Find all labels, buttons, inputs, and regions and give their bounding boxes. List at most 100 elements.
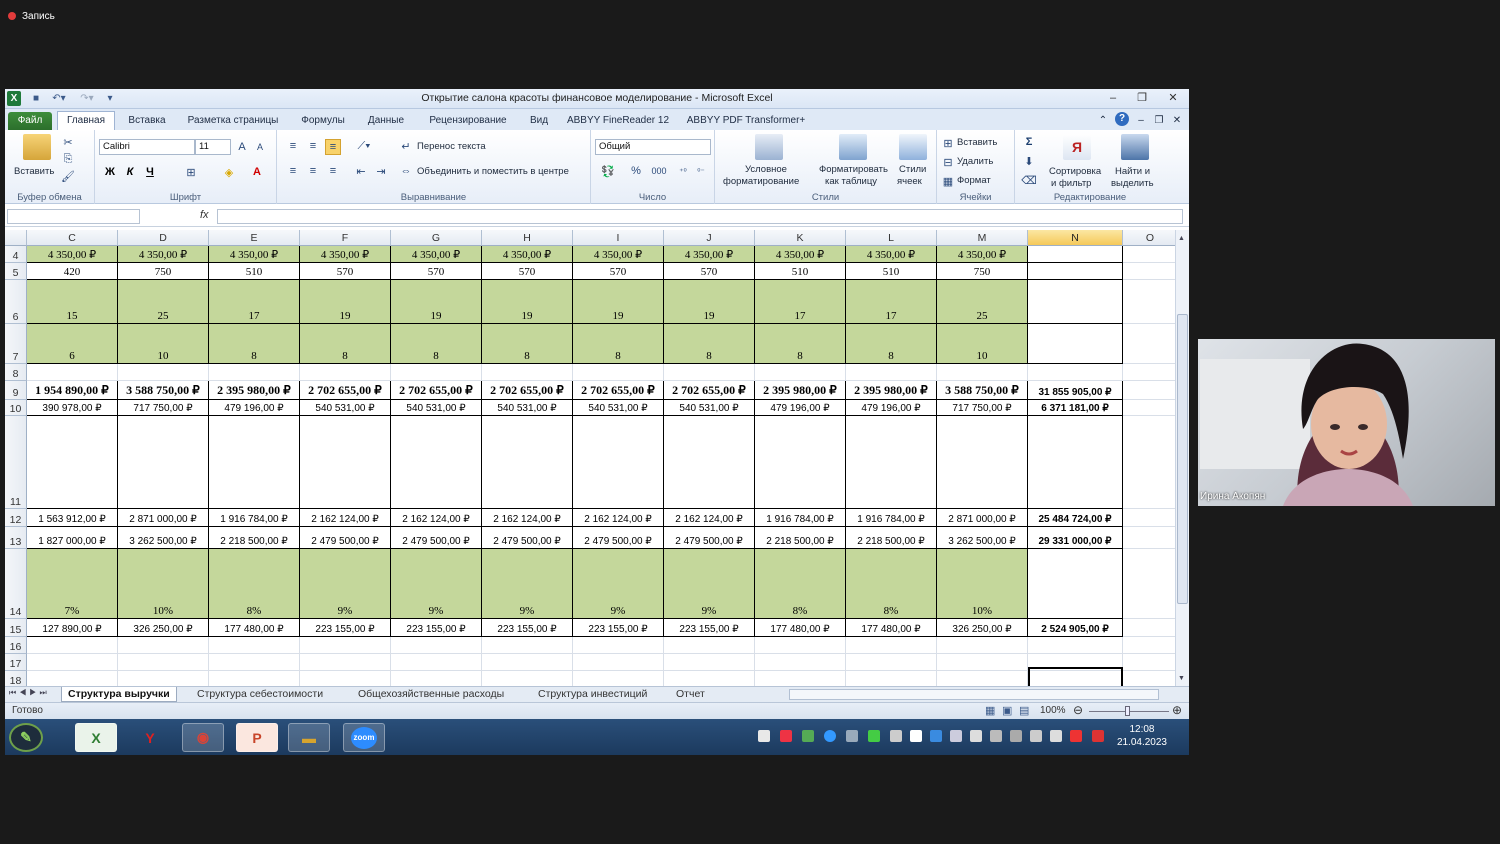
tab-home[interactable]: Главная — [57, 111, 115, 130]
cell-m14[interactable]: 10% — [937, 549, 1028, 619]
cell-n14[interactable] — [1028, 549, 1123, 619]
cell-l15[interactable]: 177 480,00 ₽ — [846, 619, 937, 637]
cell-g7[interactable]: 8 — [391, 324, 482, 364]
cell-m9[interactable]: 3 588 750,00 ₽ — [937, 381, 1028, 400]
wb-restore-icon[interactable]: ❐ — [1153, 112, 1165, 130]
copy-icon[interactable]: ⎘ — [61, 152, 75, 166]
page-layout-icon[interactable]: ▣ — [1002, 704, 1012, 717]
volume-tray-icon[interactable] — [1030, 730, 1042, 742]
cell-i12[interactable]: 2 162 124,00 ₽ — [573, 509, 664, 527]
cell-j5[interactable]: 570 — [664, 263, 755, 280]
cell-o8[interactable] — [1123, 364, 1178, 381]
cell-o4[interactable] — [1123, 246, 1178, 263]
cell-i5[interactable]: 570 — [573, 263, 664, 280]
cell-o6[interactable] — [1123, 280, 1178, 324]
cell-d9[interactable]: 3 588 750,00 ₽ — [118, 381, 209, 400]
format-cells-icon[interactable]: ▦ — [941, 175, 955, 188]
flag-tray-icon[interactable] — [758, 730, 770, 742]
column-header-e[interactable]: E — [209, 230, 300, 246]
grow-font-icon[interactable]: A — [235, 139, 249, 155]
cell-m18[interactable] — [937, 671, 1028, 686]
format-table-label-2[interactable]: как таблицу — [825, 176, 877, 187]
cell-i6[interactable]: 19 — [573, 280, 664, 324]
sheet-tab-investments[interactable]: Структура инвестиций — [532, 687, 653, 702]
cell-m17[interactable] — [937, 654, 1028, 671]
row-header-8[interactable]: 8 — [5, 364, 27, 381]
cell-c11[interactable] — [27, 416, 118, 509]
cell-k10[interactable]: 479 196,00 ₽ — [755, 400, 846, 416]
cell-k17[interactable] — [755, 654, 846, 671]
ribbon-minimize-icon[interactable]: ⌃ — [1097, 112, 1109, 130]
row-header-4[interactable]: 4 — [5, 246, 27, 263]
bold-button[interactable]: Ж — [103, 164, 117, 180]
cell-styles-label-2[interactable]: ячеек — [897, 176, 922, 187]
cell-f4[interactable]: 4 350,00 ₽ — [300, 246, 391, 263]
align-right-icon[interactable]: ≡ — [325, 164, 341, 178]
cell-l17[interactable] — [846, 654, 937, 671]
name-box[interactable] — [7, 209, 140, 224]
yandex-browser-icon[interactable]: Y — [129, 723, 171, 752]
row-header-18[interactable]: 18 — [5, 671, 27, 686]
cell-k13[interactable]: 2 218 500,00 ₽ — [755, 527, 846, 549]
column-header-f[interactable]: F — [300, 230, 391, 246]
cell-i8[interactable] — [573, 364, 664, 381]
video-tile[interactable] — [1198, 339, 1495, 506]
format-as-table-icon[interactable] — [839, 134, 867, 160]
cell-o10[interactable] — [1123, 400, 1178, 416]
cell-k16[interactable] — [755, 637, 846, 654]
cell-g18[interactable] — [391, 671, 482, 686]
cell-k12[interactable]: 1 916 784,00 ₽ — [755, 509, 846, 527]
cell-e12[interactable]: 1 916 784,00 ₽ — [209, 509, 300, 527]
cell-k15[interactable]: 177 480,00 ₽ — [755, 619, 846, 637]
cell-e7[interactable]: 8 — [209, 324, 300, 364]
cell-f7[interactable]: 8 — [300, 324, 391, 364]
find-select-label-2[interactable]: выделить — [1111, 178, 1154, 189]
align-bottom-icon[interactable]: ≡ — [325, 139, 341, 155]
align-top-icon[interactable]: ≡ — [285, 139, 301, 153]
borders-icon[interactable]: ⊞ — [181, 164, 201, 180]
cell-o5[interactable] — [1123, 263, 1178, 280]
cell-l14[interactable]: 8% — [846, 549, 937, 619]
cell-j13[interactable]: 2 479 500,00 ₽ — [664, 527, 755, 549]
network-tray-icon[interactable] — [970, 730, 982, 742]
cell-c13[interactable]: 1 827 000,00 ₽ — [27, 527, 118, 549]
cell-j14[interactable]: 9% — [664, 549, 755, 619]
zoom-level[interactable]: 100% — [1040, 705, 1066, 716]
cell-c7[interactable]: 6 — [27, 324, 118, 364]
autosum-button[interactable]: Σ — [1021, 135, 1037, 149]
cell-styles-icon[interactable] — [899, 134, 927, 160]
merge-center-icon[interactable]: ⇔ — [399, 164, 413, 178]
battery-tray-icon[interactable] — [1050, 730, 1062, 742]
cell-d13[interactable]: 3 262 500,00 ₽ — [118, 527, 209, 549]
cell-d8[interactable] — [118, 364, 209, 381]
cell-f11[interactable] — [300, 416, 391, 509]
cell-g12[interactable]: 2 162 124,00 ₽ — [391, 509, 482, 527]
cell-g16[interactable] — [391, 637, 482, 654]
cut-icon[interactable]: ✂ — [61, 135, 75, 149]
zoom-app-icon[interactable]: zoom — [343, 723, 385, 752]
cell-c10[interactable]: 390 978,00 ₽ — [27, 400, 118, 416]
cell-g6[interactable]: 19 — [391, 280, 482, 324]
cell-f12[interactable]: 2 162 124,00 ₽ — [300, 509, 391, 527]
align-middle-icon[interactable]: ≡ — [305, 139, 321, 153]
cell-l6[interactable]: 17 — [846, 280, 937, 324]
vertical-scrollbar[interactable]: ▲ ▼ — [1175, 230, 1189, 686]
column-header-d[interactable]: D — [118, 230, 209, 246]
cell-h7[interactable]: 8 — [482, 324, 573, 364]
cell-d6[interactable]: 25 — [118, 280, 209, 324]
cell-c4[interactable]: 4 350,00 ₽ — [27, 246, 118, 263]
cell-m10[interactable]: 717 750,00 ₽ — [937, 400, 1028, 416]
cell-m6[interactable]: 25 — [937, 280, 1028, 324]
cell-m12[interactable]: 2 871 000,00 ₽ — [937, 509, 1028, 527]
cell-c9[interactable]: 1 954 890,00 ₽ — [27, 381, 118, 400]
cell-d16[interactable] — [118, 637, 209, 654]
cell-e17[interactable] — [209, 654, 300, 671]
sort-filter-label-2[interactable]: и фильтр — [1051, 178, 1091, 189]
cell-o9[interactable] — [1123, 381, 1178, 400]
cell-l18[interactable] — [846, 671, 937, 686]
delete-cells-icon[interactable]: ⊟ — [941, 156, 955, 169]
scroll-down-icon[interactable]: ▼ — [1178, 675, 1185, 682]
cell-m16[interactable] — [937, 637, 1028, 654]
cell-m15[interactable]: 326 250,00 ₽ — [937, 619, 1028, 637]
cell-h15[interactable]: 223 155,00 ₽ — [482, 619, 573, 637]
